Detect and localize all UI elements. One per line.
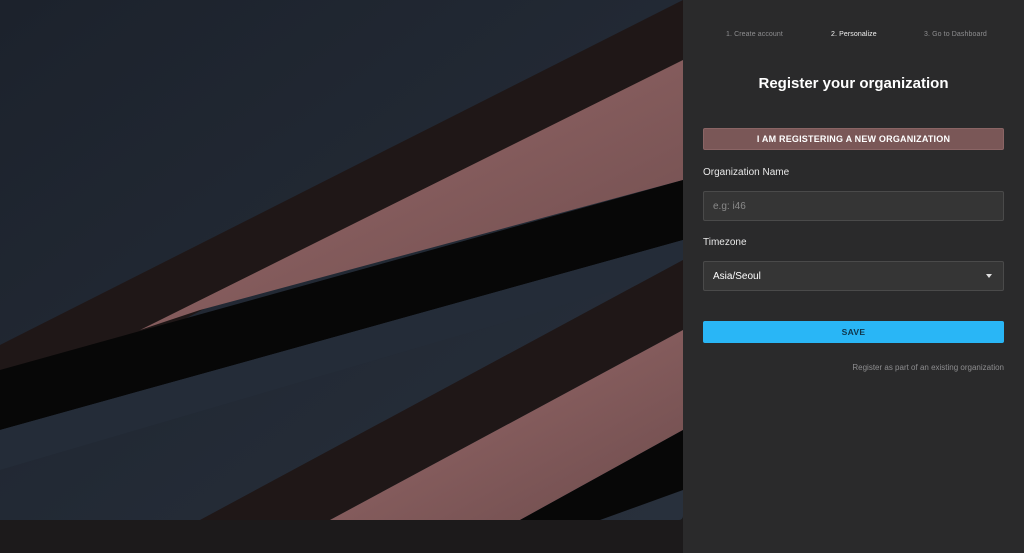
timezone-label: Timezone [703,237,747,248]
registration-panel: 1. Create account 2. Personalize 3. Go t… [683,0,1024,553]
caret-down-icon [986,274,992,278]
step-go-to-dashboard: 3. Go to Dashboard [924,31,987,38]
organization-name-input[interactable] [703,191,1004,221]
step-personalize: 2. Personalize [831,31,877,38]
existing-organization-link[interactable]: Register as part of an existing organiza… [852,363,1004,372]
timezone-selected-value: Asia/Seoul [713,270,761,282]
timezone-select[interactable]: Asia/Seoul [703,261,1004,291]
page-title: Register your organization [758,75,949,92]
background-artwork [0,0,683,520]
organization-name-label: Organization Name [703,167,790,178]
footer-strip [0,520,683,553]
diagonal-stripes-graphic [0,0,683,520]
step-create-account: 1. Create account [726,31,783,38]
save-button[interactable]: SAVE [703,321,1004,343]
stepper: 1. Create account 2. Personalize 3. Go t… [683,31,1024,43]
register-new-organization-button[interactable]: I AM REGISTERING A NEW ORGANIZATION [703,128,1004,150]
